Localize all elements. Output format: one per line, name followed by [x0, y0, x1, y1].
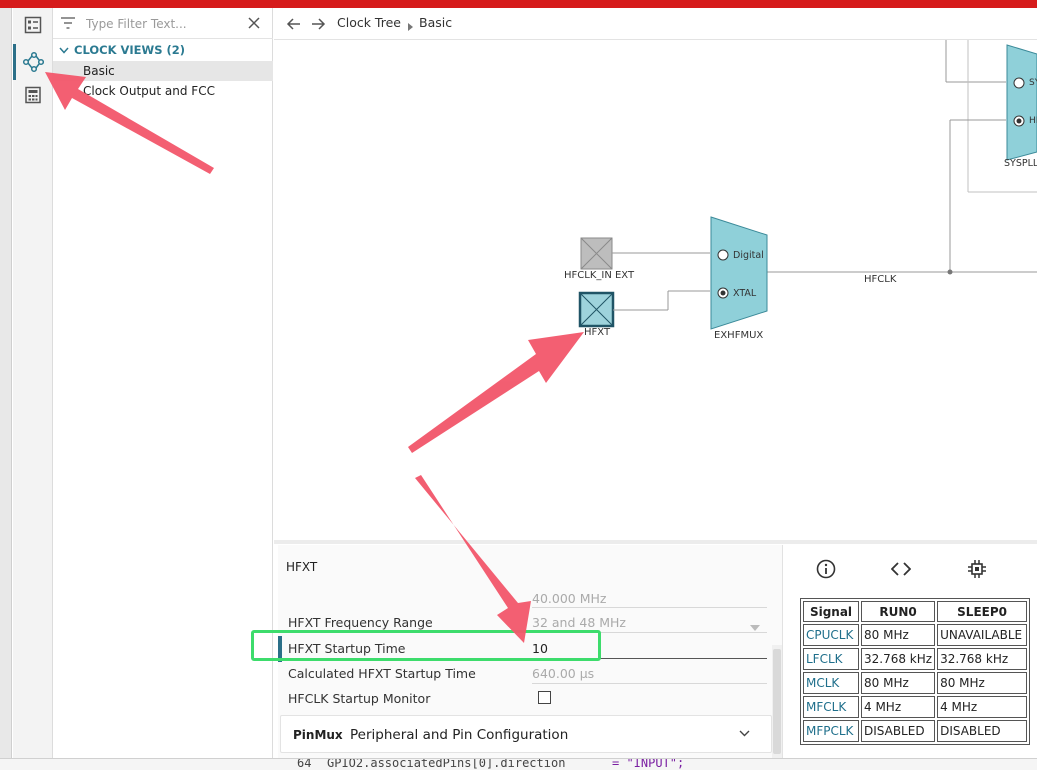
- col-header-sleep0: SLEEP0: [937, 601, 1028, 622]
- hfclk-label: HFCLK: [864, 274, 897, 285]
- filter-bar: [53, 8, 273, 39]
- tree-item-clock-output-fcc[interactable]: Clock Output and FCC: [53, 81, 273, 101]
- breadcrumb-separator-icon: [408, 20, 414, 34]
- close-icon[interactable]: [247, 16, 261, 33]
- mux-option-xtal: XTAL: [733, 288, 757, 299]
- signal-cell: 4 MHz: [861, 696, 936, 718]
- table-row: MFPCLK DISABLED DISABLED: [803, 720, 1028, 742]
- breadcrumb-root[interactable]: Clock Tree: [337, 15, 401, 30]
- highlight-box: [251, 630, 601, 661]
- frequency-range-label: HFXT Frequency Range: [288, 615, 433, 630]
- chevron-down-icon: [59, 47, 69, 54]
- clock-tree-canvas[interactable]: HFCLK_IN EXT HFXT Digital XTAL EXHFMUX H…: [274, 40, 1037, 540]
- calculated-startup-value: 640.00 µs: [532, 666, 595, 681]
- hfxt-label: HFXT: [584, 327, 611, 338]
- syspll-option-hi: HI: [1029, 116, 1037, 126]
- clock-tree-view-icon[interactable]: [20, 49, 46, 75]
- breadcrumb: Clock Tree Basic: [274, 8, 1037, 40]
- signal-cell: 32.768 kHz: [861, 648, 936, 670]
- overview-view-icon[interactable]: [20, 12, 46, 38]
- pinmux-label: Peripheral and Pin Configuration: [350, 727, 569, 743]
- activity-bar: [13, 8, 53, 768]
- syspll-mux[interactable]: [1006, 44, 1037, 161]
- clock-wires: [612, 252, 1037, 311]
- window-top-bar: [0, 0, 1037, 8]
- exhfmux-label: EXHFMUX: [714, 330, 764, 341]
- pinmux-tag: PinMux: [293, 728, 343, 742]
- signal-cell: 80 MHz: [937, 672, 1028, 694]
- code-line-number: 64: [297, 758, 312, 770]
- exhfmux-mux[interactable]: [710, 216, 768, 330]
- signal-name-link[interactable]: MFCLK: [803, 696, 859, 718]
- clock-views-explorer: CLOCK VIEWS (2) Basic Clock Output and F…: [53, 8, 273, 768]
- signal-name-link[interactable]: LFCLK: [803, 648, 859, 670]
- scrollbar-thumb[interactable]: [773, 649, 781, 754]
- info-icon[interactable]: [816, 559, 836, 582]
- properties-scrollbar[interactable]: [772, 645, 782, 770]
- signal-cell: 80 MHz: [861, 624, 936, 646]
- code-line-text: GPIO2.associatedPins[0].direction: [327, 758, 566, 770]
- startup-monitor-checkbox[interactable]: [538, 691, 551, 704]
- row-divider: [532, 683, 767, 684]
- properties-title: HFXT: [286, 560, 318, 574]
- signal-table: Signal RUN0 SLEEP0 CPUCLK 80 MHz UNAVAIL…: [800, 598, 1031, 745]
- pinmux-section[interactable]: PinMux Peripheral and Pin Configuration: [280, 715, 772, 753]
- section-title: CLOCK VIEWS (2): [74, 43, 186, 57]
- code-editor-strip: 64 GPIO2.associatedPins[0].direction = "…: [0, 758, 1037, 770]
- col-header-run0: RUN0: [861, 601, 936, 622]
- signal-cell: 4 MHz: [937, 696, 1028, 718]
- signal-name-link[interactable]: MFPCLK: [803, 720, 859, 742]
- syspll-option-sy: SY: [1029, 78, 1037, 88]
- signal-cell: DISABLED: [861, 720, 936, 742]
- signal-cell: 80 MHz: [861, 672, 936, 694]
- clock-views-section-header[interactable]: CLOCK VIEWS (2): [53, 41, 273, 60]
- hfxt-frequency-value: 40.000 MHz: [532, 591, 607, 606]
- chevron-down-icon[interactable]: [739, 730, 750, 737]
- row-divider: [532, 607, 767, 608]
- signal-panel: Signal RUN0 SLEEP0 CPUCLK 80 MHz UNAVAIL…: [787, 545, 1037, 770]
- signal-cell: UNAVAILABLE: [937, 624, 1028, 646]
- signal-name-link[interactable]: MCLK: [803, 672, 859, 694]
- filter-icon[interactable]: [60, 16, 76, 33]
- signal-cell: DISABLED: [937, 720, 1028, 742]
- breadcrumb-current: Basic: [419, 15, 453, 30]
- hfxt-source[interactable]: [578, 291, 615, 328]
- startup-monitor-label: HFCLK Startup Monitor: [288, 691, 431, 706]
- table-row: LFCLK 32.768 kHz 32.768 kHz: [803, 648, 1028, 670]
- tree-item-basic[interactable]: Basic: [53, 61, 273, 81]
- col-header-signal: Signal: [803, 601, 859, 622]
- syspll-label: SYSPLL: [1004, 158, 1037, 169]
- calculated-startup-label: Calculated HFXT Startup Time: [288, 666, 476, 681]
- back-arrow-icon[interactable]: [286, 17, 302, 34]
- code-line-assign: = "INPUT";: [612, 758, 685, 770]
- table-row: MFCLK 4 MHz 4 MHz: [803, 696, 1028, 718]
- hfclk-in-ext-label: HFCLK_IN EXT: [564, 270, 635, 281]
- active-view-indicator: [13, 44, 16, 80]
- forward-arrow-icon[interactable]: [310, 17, 326, 34]
- signal-name-link[interactable]: CPUCLK: [803, 624, 859, 646]
- calculator-view-icon[interactable]: [20, 82, 46, 108]
- filter-input[interactable]: [86, 14, 236, 34]
- mux-option-digital: Digital: [733, 250, 764, 261]
- code-icon[interactable]: [890, 561, 912, 580]
- chip-icon[interactable]: [967, 559, 987, 582]
- signal-cell: 32.768 kHz: [937, 648, 1028, 670]
- frequency-range-select[interactable]: 32 and 48 MHz: [532, 615, 626, 630]
- table-row: MCLK 80 MHz 80 MHz: [803, 672, 1028, 694]
- table-header-row: Signal RUN0 SLEEP0: [803, 601, 1028, 622]
- table-row: CPUCLK 80 MHz UNAVAILABLE: [803, 624, 1028, 646]
- outer-left-strip: [0, 8, 12, 770]
- panel-splitter[interactable]: [274, 540, 1037, 544]
- hfclk-in-ext-source[interactable]: [580, 237, 613, 270]
